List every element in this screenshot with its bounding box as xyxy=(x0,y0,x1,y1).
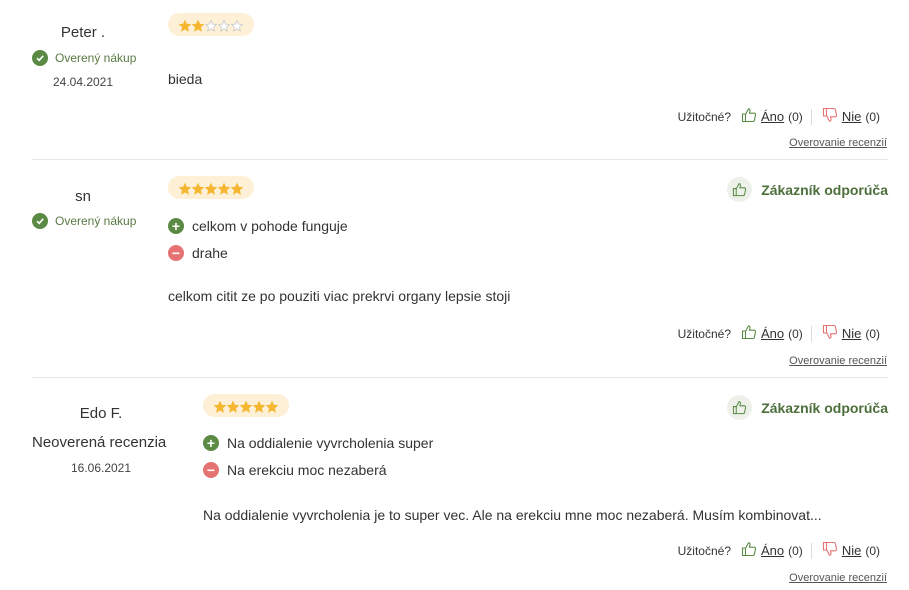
thumbs-down-icon xyxy=(822,541,838,560)
star-filled-icon xyxy=(252,400,266,413)
minus-icon: − xyxy=(168,245,184,261)
star-filled-icon xyxy=(217,182,231,195)
helpful-label: Užitočné? xyxy=(677,543,731,558)
vote-no-button[interactable]: Nie (0) xyxy=(822,541,880,560)
helpful-row: Užitočné? Áno (0) Nie (0) xyxy=(678,324,880,343)
con-item: − drahe xyxy=(168,245,228,261)
review-verification-link[interactable]: Overovanie recenzií xyxy=(789,137,887,149)
recommend-label: Zákazník odporúča xyxy=(761,181,888,198)
no-count: (0) xyxy=(865,326,880,341)
star-filled-icon xyxy=(213,400,227,413)
recommend-badge: Zákazník odporúča xyxy=(727,395,888,420)
star-empty-icon xyxy=(230,19,244,32)
no-count: (0) xyxy=(865,543,880,558)
yes-count: (0) xyxy=(788,326,803,341)
star-filled-icon xyxy=(178,182,192,195)
checkmark-icon xyxy=(32,50,48,66)
star-filled-icon xyxy=(239,400,253,413)
review-author: Peter . xyxy=(60,24,106,41)
helpful-row: Užitočné? Áno (0) Nie (0) xyxy=(678,541,880,560)
review-date: 24.04.2021 xyxy=(52,75,114,89)
star-filled-icon xyxy=(178,19,192,32)
vote-no-label[interactable]: Nie xyxy=(842,109,862,124)
con-text: Na erekciu moc nezaberá xyxy=(227,462,387,478)
review-text: Na oddialenie vyvrcholenia je to super v… xyxy=(203,507,822,523)
vote-no-button[interactable]: Nie (0) xyxy=(822,324,880,343)
vote-yes-button[interactable]: Áno (0) xyxy=(741,107,803,126)
vote-yes-label[interactable]: Áno xyxy=(761,543,784,558)
star-filled-icon xyxy=(226,400,240,413)
review-author: Edo F. xyxy=(79,405,123,422)
pro-text: Na oddialenie vyvrcholenia super xyxy=(227,435,434,451)
unverified-label: Neoverená recenzia xyxy=(32,434,167,451)
review-text: celkom citit ze po pouziti viac prekrvi … xyxy=(168,288,511,304)
star-filled-icon xyxy=(191,182,205,195)
helpful-label: Užitočné? xyxy=(677,326,731,341)
review-divider xyxy=(32,159,888,160)
minus-icon: − xyxy=(203,462,219,478)
vote-no-label[interactable]: Nie xyxy=(842,326,862,341)
thumbs-up-icon xyxy=(727,177,753,202)
review-date: 16.06.2021 xyxy=(70,461,132,475)
checkmark-icon xyxy=(32,213,48,229)
vote-yes-button[interactable]: Áno (0) xyxy=(741,324,803,343)
con-text: drahe xyxy=(192,245,228,261)
verified-badge: Overený nákup xyxy=(32,213,136,229)
pro-item: + Na oddialenie vyvrcholenia super xyxy=(203,435,433,451)
thumbs-up-icon xyxy=(741,324,757,343)
star-rating xyxy=(168,176,254,199)
review-verification-link[interactable]: Overovanie recenzií xyxy=(789,572,887,584)
star-empty-icon xyxy=(204,19,218,32)
pro-item: + celkom v pohode funguje xyxy=(168,218,348,234)
star-filled-icon xyxy=(230,182,244,195)
no-count: (0) xyxy=(865,109,880,124)
star-filled-icon xyxy=(265,400,279,413)
helpful-row: Užitočné? Áno (0) Nie (0) xyxy=(678,107,880,126)
vote-yes-label[interactable]: Áno xyxy=(761,109,784,124)
thumbs-up-icon xyxy=(741,107,757,126)
verified-label: Overený nákup xyxy=(55,51,137,65)
vote-no-label[interactable]: Nie xyxy=(842,543,862,558)
plus-icon: + xyxy=(168,218,184,234)
recommend-label: Zákazník odporúča xyxy=(761,399,888,416)
yes-count: (0) xyxy=(788,109,803,124)
divider xyxy=(810,542,812,559)
vote-no-button[interactable]: Nie (0) xyxy=(822,107,880,126)
helpful-label: Užitočné? xyxy=(677,109,731,124)
thumbs-down-icon xyxy=(822,107,838,126)
star-filled-icon xyxy=(204,182,218,195)
divider xyxy=(810,108,812,125)
yes-count: (0) xyxy=(788,543,803,558)
thumbs-up-icon xyxy=(727,395,753,420)
plus-icon: + xyxy=(203,435,219,451)
vote-yes-label[interactable]: Áno xyxy=(761,326,784,341)
verified-badge: Overený nákup xyxy=(32,50,136,66)
review-author: sn xyxy=(75,188,91,205)
review-text: bieda xyxy=(168,71,203,87)
divider xyxy=(810,325,812,342)
con-item: − Na erekciu moc nezaberá xyxy=(203,462,387,478)
star-rating xyxy=(168,13,254,36)
star-filled-icon xyxy=(191,19,205,32)
pro-text: celkom v pohode funguje xyxy=(192,218,348,234)
star-rating xyxy=(203,394,289,417)
vote-yes-button[interactable]: Áno (0) xyxy=(741,541,803,560)
thumbs-down-icon xyxy=(822,324,838,343)
review-verification-link[interactable]: Overovanie recenzií xyxy=(789,355,887,367)
star-empty-icon xyxy=(217,19,231,32)
verified-label: Overený nákup xyxy=(55,214,137,228)
recommend-badge: Zákazník odporúča xyxy=(727,177,888,202)
review-divider xyxy=(32,377,888,378)
thumbs-up-icon xyxy=(741,541,757,560)
